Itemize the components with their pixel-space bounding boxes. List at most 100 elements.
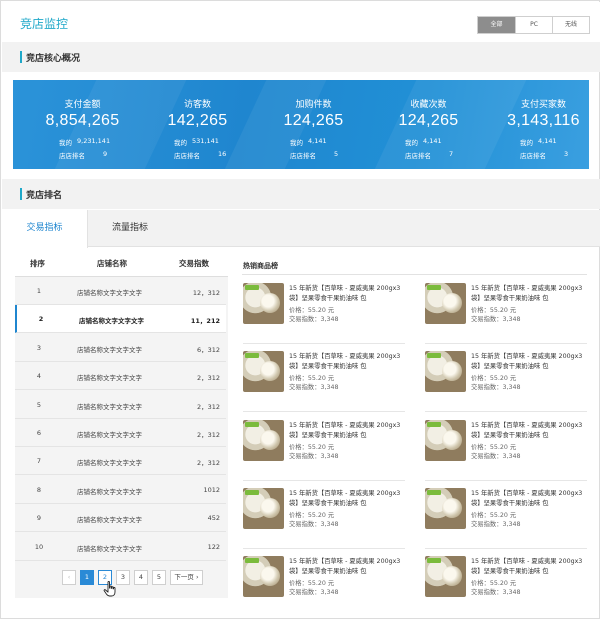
divider xyxy=(242,274,587,275)
divider xyxy=(425,411,587,412)
hand-cursor-icon xyxy=(103,581,116,597)
row-trade-index: 2，312 xyxy=(196,402,220,411)
kpi-rank-label: 店店排名 xyxy=(290,152,316,160)
kpi-value: 124,265 xyxy=(398,112,459,129)
hot-good-item[interactable]: 15 年新货【百草味 - 夏威夷果 200gx3袋】坚果零食干果奶油味 包价格：… xyxy=(425,420,590,476)
product-title[interactable]: 15 年新货【百草味 - 夏威夷果 200gx3袋】坚果零食干果奶油味 包 xyxy=(471,489,589,509)
kpi-mine-value: 4,141 xyxy=(423,137,442,145)
row-rank: 1 xyxy=(36,287,42,295)
hot-good-item[interactable]: 15 年新货【百草味 - 夏威夷果 200gx3袋】坚果零食干果奶油味 包价格：… xyxy=(425,351,590,407)
device-filter-all[interactable]: 全部 xyxy=(478,17,515,33)
row-rank: 10 xyxy=(34,542,44,551)
row-shop-name: 店铺名称文字文字文字 xyxy=(79,317,144,326)
kpi-tile: 访客数 142,265 我的 531,141 店店排名 16 xyxy=(140,80,255,169)
hot-good-item[interactable]: 15 年新货【百草味 - 夏威夷果 200gx3袋】坚果零食干果奶油味 包价格：… xyxy=(425,556,590,612)
column-header-index: 交易指数 xyxy=(179,259,209,268)
core-overview-header: 竞店核心概况 xyxy=(2,42,600,72)
hot-good-item[interactable]: 15 年新货【百草味 - 夏威夷果 200gx3袋】坚果零食干果奶油味 包价格：… xyxy=(425,488,590,544)
device-filter-pc[interactable]: PC xyxy=(515,17,552,33)
product-title[interactable]: 15 年新货【百草味 - 夏威夷果 200gx3袋】坚果零食干果奶油味 包 xyxy=(289,284,407,304)
product-price: 价格：55.20 元 xyxy=(471,512,517,519)
hot-good-item[interactable]: 15 年新货【百草味 - 夏威夷果 200gx3袋】坚果零食干果奶油味 包价格：… xyxy=(243,351,408,407)
table-row[interactable]: 1 店铺名称文字文字文字 12，312 xyxy=(15,277,226,305)
kpi-mine-value: 4,141 xyxy=(308,137,327,145)
kpi-label: 访客数 xyxy=(183,100,211,110)
row-trade-index: 122 xyxy=(207,542,220,551)
product-title[interactable]: 15 年新货【百草味 - 夏威夷果 200gx3袋】坚果零食干果奶油味 包 xyxy=(289,421,407,441)
table-row[interactable]: 4 店铺名称文字文字文字 2，312 xyxy=(15,362,226,391)
table-row[interactable]: 5 店铺名称文字文字文字 2，312 xyxy=(15,391,226,419)
product-title[interactable]: 15 年新货【百草味 - 夏威夷果 200gx3袋】坚果零食干果奶油味 包 xyxy=(471,284,589,304)
page-button-3[interactable]: 3 xyxy=(116,570,130,585)
kpi-mine-label: 我的 xyxy=(174,139,187,147)
row-rank: 6 xyxy=(36,429,42,437)
column-header-name: 店铺名称 xyxy=(97,259,127,268)
product-trade-index: 交易指数：3,348 xyxy=(471,384,521,391)
kpi-rank-value: 16 xyxy=(218,150,227,158)
row-rank: 3 xyxy=(36,343,42,352)
kpi-panel: 支付金额 8,854,265 我的 9,231,141 店店排名 9 访客数 142,265 我… xyxy=(13,80,589,169)
kpi-rank-label: 店店排名 xyxy=(174,152,200,160)
kpi-mine-label: 我的 xyxy=(405,139,418,147)
hot-good-item[interactable]: 15 年新货【百草味 - 夏威夷果 200gx3袋】坚果零食干果奶油味 包价格：… xyxy=(243,420,408,476)
page-title: 竞店监控 xyxy=(20,17,69,31)
product-title[interactable]: 15 年新货【百草味 - 夏威夷果 200gx3袋】坚果零食干果奶油味 包 xyxy=(289,489,407,509)
product-price: 价格：55.20 元 xyxy=(471,307,517,314)
product-price: 价格：55.20 元 xyxy=(471,444,517,451)
row-shop-name: 店铺名称文字文字文字 xyxy=(77,345,142,354)
divider xyxy=(243,548,405,549)
product-thumbnail[interactable] xyxy=(425,283,466,324)
product-thumbnail[interactable] xyxy=(425,351,466,392)
product-price: 价格：55.20 元 xyxy=(289,580,335,587)
product-price: 价格：55.20 元 xyxy=(471,375,517,382)
product-trade-index: 交易指数：3,348 xyxy=(471,589,521,596)
tab-traffic-metrics[interactable]: 流量指标 xyxy=(88,210,172,247)
page-frame: 竞店监控 全部 PC 无线 竞店核心概况 支付金额 8,854,265 我的 9,23… xyxy=(0,0,600,619)
table-row[interactable]: 2 店铺名称文字文字文字 11，212 xyxy=(15,305,226,334)
row-trade-index: 452 xyxy=(207,514,220,523)
product-title[interactable]: 15 年新货【百草味 - 夏威夷果 200gx3袋】坚果零食干果奶油味 包 xyxy=(289,557,407,577)
column-header-rank: 排序 xyxy=(30,259,45,268)
product-thumbnail[interactable] xyxy=(425,420,466,461)
product-title[interactable]: 15 年新货【百草味 - 夏威夷果 200gx3袋】坚果零食干果奶油味 包 xyxy=(471,421,589,441)
prev-page-button[interactable]: ‹ xyxy=(62,570,76,585)
column-header-hot-goods: 热销商品榜 xyxy=(243,262,278,270)
product-thumbnail[interactable] xyxy=(425,556,466,597)
product-thumbnail[interactable] xyxy=(243,283,284,324)
product-title[interactable]: 15 年新货【百草味 - 夏威夷果 200gx3袋】坚果零食干果奶油味 包 xyxy=(471,557,589,577)
row-rank: 2 xyxy=(38,315,44,324)
table-row[interactable]: 3 店铺名称文字文字文字 6，312 xyxy=(15,334,226,362)
page-button-1[interactable]: 1 xyxy=(80,570,94,585)
hot-good-item[interactable]: 15 年新货【百草味 - 夏威夷果 200gx3袋】坚果零食干果奶油味 包价格：… xyxy=(243,488,408,544)
row-trade-index: 11，212 xyxy=(190,317,220,326)
hot-good-item[interactable]: 15 年新货【百草味 - 夏威夷果 200gx3袋】坚果零食干果奶油味 包价格：… xyxy=(243,283,408,339)
next-page-button[interactable]: 下一页 › xyxy=(170,570,203,585)
product-thumbnail[interactable] xyxy=(243,420,284,461)
table-row[interactable]: 9 店铺名称文字文字文字 452 xyxy=(15,504,226,533)
row-rank: 8 xyxy=(36,485,42,494)
row-rank: 9 xyxy=(36,514,42,523)
row-shop-name: 店铺名称文字文字文字 xyxy=(77,516,142,525)
hot-good-item[interactable]: 15 年新货【百草味 - 夏威夷果 200gx3袋】坚果零食干果奶油味 包价格：… xyxy=(243,556,408,612)
table-row[interactable]: 10 店铺名称文字文字文字 122 xyxy=(15,533,226,561)
product-thumbnail[interactable] xyxy=(243,351,284,392)
table-row[interactable]: 6 店铺名称文字文字文字 2，312 xyxy=(15,419,226,447)
table-row[interactable]: 7 店铺名称文字文字文字 2，312 xyxy=(15,447,226,476)
device-filter-wireless[interactable]: 无线 xyxy=(552,17,589,33)
tab-trade-metrics[interactable]: 交易指标 xyxy=(2,210,88,248)
product-title[interactable]: 15 年新货【百草味 - 夏威夷果 200gx3袋】坚果零食干果奶油味 包 xyxy=(289,352,407,372)
row-shop-name: 店铺名称文字文字文字 xyxy=(77,402,142,411)
product-thumbnail[interactable] xyxy=(243,556,284,597)
table-row[interactable]: 8 店铺名称文字文字文字 1012 xyxy=(15,476,226,504)
ranking-table: 1 店铺名称文字文字文字 12，312 2 店铺名称文字文字文字 11，212 3 店铺名称文… xyxy=(15,276,228,598)
page-button-5[interactable]: 5 xyxy=(152,570,166,585)
kpi-label: 支付买家数 xyxy=(520,100,566,110)
product-thumbnail[interactable] xyxy=(425,488,466,529)
row-shop-name: 店铺名称文字文字文字 xyxy=(77,459,142,468)
page-header: 竞店监控 全部 PC 无线 xyxy=(2,2,600,42)
kpi-tile: 支付金额 8,854,265 我的 9,231,141 店店排名 9 xyxy=(25,80,140,169)
product-thumbnail[interactable] xyxy=(243,488,284,529)
product-title[interactable]: 15 年新货【百草味 - 夏威夷果 200gx3袋】坚果零食干果奶油味 包 xyxy=(471,352,589,372)
page-button-4[interactable]: 4 xyxy=(134,570,148,585)
hot-good-item[interactable]: 15 年新货【百草味 - 夏威夷果 200gx3袋】坚果零食干果奶油味 包价格：… xyxy=(425,283,590,339)
